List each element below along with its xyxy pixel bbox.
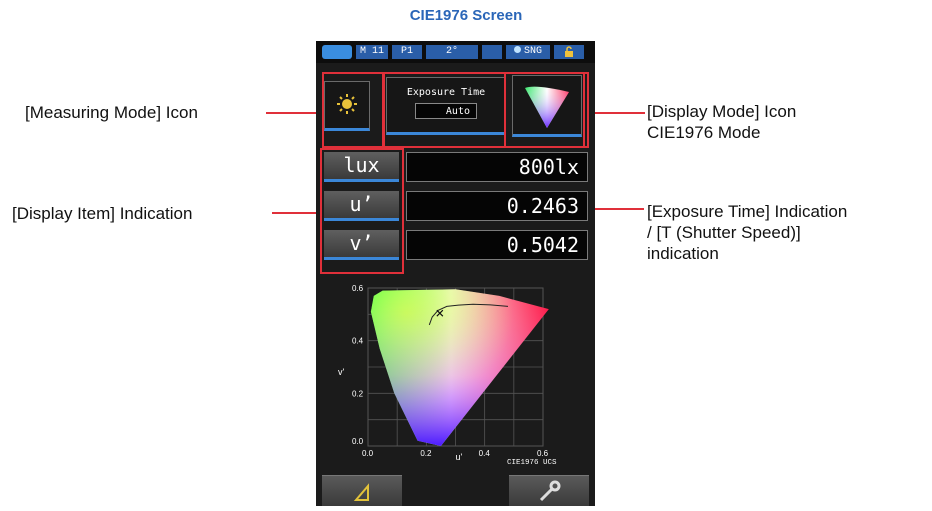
wrench-icon: [539, 480, 561, 502]
highlight-display-item: [320, 148, 404, 274]
leader-line-measuring-mode: [266, 112, 322, 114]
status-blank-segment: [482, 45, 502, 59]
x-tick-label: 0.6: [537, 449, 549, 458]
cie1976-chart: 0.0 0.2 0.4 0.6 0.0 0.2 0.4 0.6 v' u' CIE1976 U…: [338, 284, 557, 467]
gamut-violet-wash: [370, 289, 549, 446]
bottom-left-button[interactable]: [322, 475, 402, 506]
annotation-display-mode-line2: CIE1976 Mode: [647, 123, 761, 142]
x-axis-label: u': [456, 452, 463, 462]
x-tick-label: 0.4: [479, 449, 491, 458]
x-tick-label: 0.2: [420, 449, 432, 458]
y-tick-label: 0.2: [352, 389, 364, 398]
y-tick-label: 0.6: [352, 284, 364, 293]
memory-indicator: M 11: [356, 45, 388, 59]
mode-indicator: SNG: [506, 45, 550, 59]
u-value: 0.2463: [406, 191, 588, 221]
x-tick-label: 0.0: [362, 449, 374, 458]
lock-icon: [554, 45, 584, 59]
v-value: 0.5042: [406, 230, 588, 260]
annotation-display-mode-line1: [Display Mode] Icon: [647, 102, 797, 121]
mode-label: SNG: [523, 46, 542, 57]
y-tick-label: 0.4: [352, 337, 364, 346]
record-dot-icon: [513, 46, 521, 53]
y-axis-label: v': [338, 367, 345, 377]
program-indicator: P1: [392, 45, 422, 59]
annotation-display-item: [Display Item] Indication: [12, 204, 193, 223]
page-title: CIE1976 Screen: [409, 7, 523, 24]
annotation-exposure-line2: / [T (Shutter Speed)]: [647, 223, 801, 242]
annotation-exposure-time: [Exposure Time] Indication / [T (Shutter…: [647, 201, 847, 264]
annotation-exposure-line3: indication: [647, 244, 719, 263]
annotation-display-mode: [Display Mode] Icon CIE1976 Mode: [647, 101, 796, 143]
triangle-ruler-icon: [353, 483, 369, 501]
status-bar: M 11 P1 2° SNG: [316, 41, 595, 63]
angle-indicator: 2°: [426, 45, 478, 59]
settings-button[interactable]: [509, 475, 589, 506]
annotation-exposure-line1: [Exposure Time] Indication: [647, 202, 848, 221]
chart-corner-label: CIE1976 UCS: [507, 459, 557, 467]
highlight-display-mode: [504, 72, 589, 148]
battery-icon: [322, 45, 352, 59]
y-tick-label: 0.0: [352, 437, 364, 446]
leader-line-display-mode: [589, 112, 645, 114]
chart-gamut: [370, 289, 549, 446]
lux-value: 800lx: [406, 152, 588, 182]
highlight-measuring-mode: [322, 72, 385, 148]
annotation-measuring-mode: [Measuring Mode] Icon: [25, 103, 198, 122]
